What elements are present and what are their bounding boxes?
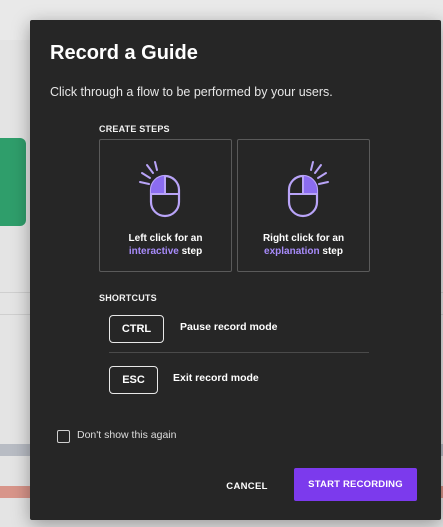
- ctrl-shortcut-description: Pause record mode: [180, 321, 278, 333]
- card-text-suffix: step: [178, 246, 203, 257]
- card-text-line: Right click for an: [262, 233, 345, 244]
- start-recording-button[interactable]: START RECORDING: [294, 468, 417, 501]
- right-click-card-text: Right click for an explanation step: [238, 232, 369, 258]
- modal-title: Record a Guide: [50, 42, 198, 64]
- left-click-card-text: Left click for an interactive step: [100, 232, 231, 258]
- left-click-mouse-icon: [139, 161, 181, 218]
- dont-show-again-checkbox[interactable]: [57, 430, 70, 443]
- interactive-accent-text: interactive: [128, 246, 179, 257]
- cancel-button[interactable]: CANCEL: [215, 473, 279, 499]
- shortcuts-label: SHORTCUTS: [99, 293, 157, 303]
- right-click-mouse-icon: [287, 161, 329, 218]
- dont-show-again-label[interactable]: Don't show this again: [77, 429, 176, 441]
- right-click-card: Right click for an explanation step: [237, 139, 370, 272]
- esc-shortcut-description: Exit record mode: [173, 372, 259, 384]
- card-text-line: Left click for an: [128, 233, 203, 244]
- left-click-card: Left click for an interactive step: [99, 139, 232, 272]
- explanation-accent-text: explanation: [264, 246, 320, 257]
- create-steps-label: CREATE STEPS: [99, 124, 170, 134]
- card-text-suffix: step: [319, 246, 343, 257]
- record-guide-modal: Record a Guide Click through a flow to b…: [30, 20, 441, 520]
- esc-keycap: ESC: [109, 366, 158, 394]
- shortcut-divider: [109, 352, 369, 353]
- background-green-panel: [0, 138, 26, 226]
- modal-subtitle: Click through a flow to be performed by …: [50, 85, 333, 99]
- ctrl-keycap: CTRL: [109, 315, 164, 343]
